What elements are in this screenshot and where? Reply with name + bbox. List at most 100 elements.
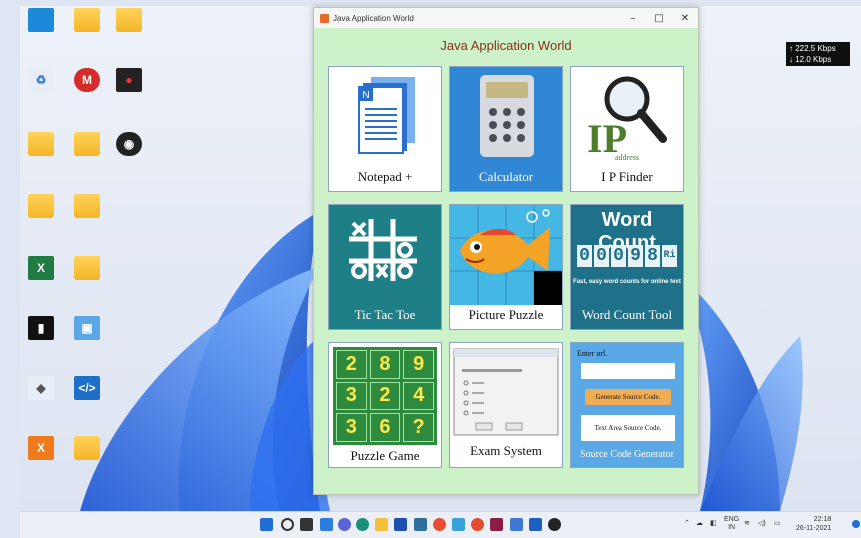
- sourcecode-prompt: Enter url.: [577, 349, 608, 358]
- control-panel-icon: ▣: [74, 316, 100, 340]
- desktop-icon[interactable]: [64, 8, 110, 35]
- desktop-icon[interactable]: ●: [106, 68, 152, 95]
- puzzle-cell: 3: [336, 381, 367, 411]
- store-icon[interactable]: [394, 518, 407, 531]
- tictactoe-label: Tic Tac Toe: [354, 307, 416, 322]
- desktop-icon[interactable]: ♻: [20, 68, 64, 95]
- battery-icon[interactable]: ▭: [774, 519, 781, 527]
- language-indicator[interactable]: ENG IN: [724, 516, 739, 532]
- chat-icon[interactable]: [338, 518, 351, 531]
- desktop-icon[interactable]: M: [64, 68, 110, 95]
- puzzle-grid: 2 8 9 3 2 4 3 6 ?: [333, 347, 437, 445]
- upload-speed: ↑ 222.5 Kbps: [789, 44, 836, 53]
- calculator-tile[interactable]: Calculator: [449, 66, 563, 192]
- sourcecode-label: Source Code Generator: [580, 449, 674, 460]
- excel-icon: X: [28, 256, 54, 280]
- volume-icon[interactable]: ◁): [758, 519, 766, 527]
- desktop-icon[interactable]: X: [20, 436, 64, 463]
- browser-icon[interactable]: [433, 518, 446, 531]
- app-icon[interactable]: [490, 518, 503, 531]
- wordcount-label: Word Count Tool: [581, 307, 673, 322]
- notification-icon[interactable]: [852, 520, 860, 528]
- puzzle-cell: 9: [403, 350, 434, 379]
- desktop-icon[interactable]: ◉: [106, 132, 152, 159]
- folder-icon: [74, 8, 100, 32]
- start-icon[interactable]: [260, 518, 273, 531]
- url-input[interactable]: [581, 363, 675, 379]
- folder-icon: [74, 436, 100, 460]
- wordcount-tagline: Fast, easy word counts for online text: [573, 279, 681, 285]
- examsystem-label: Exam System: [470, 443, 542, 458]
- file-explorer-icon[interactable]: [375, 518, 388, 531]
- desktop-icon[interactable]: [64, 436, 110, 463]
- desktop-icon[interactable]: [20, 8, 64, 35]
- maximize-button[interactable]: □: [646, 13, 672, 24]
- tray-chevron-icon[interactable]: ⌃: [684, 519, 690, 527]
- desktop-icon[interactable]: ◆: [20, 376, 64, 403]
- desktop-icon[interactable]: ▣: [64, 316, 110, 343]
- ipfinder-tile[interactable]: IP address I P Finder: [570, 66, 684, 192]
- puzzle-cell: 3: [336, 413, 367, 442]
- calculator-icon: [480, 75, 534, 157]
- app-icon[interactable]: [414, 518, 427, 531]
- notepad-tile[interactable]: N Notepad +: [328, 66, 442, 192]
- wordcount-tile[interactable]: Word Count 0 0 0 9 8 Ri Fast, easy word …: [570, 204, 684, 330]
- m-app-icon: M: [74, 68, 100, 92]
- desktop-icon[interactable]: [106, 8, 152, 35]
- calculator-label: Calculator: [478, 169, 534, 184]
- close-button[interactable]: ✕: [672, 13, 698, 24]
- fish-puzzle-icon: [450, 205, 562, 305]
- title-bar[interactable]: Java Application World – □ ✕: [314, 8, 698, 28]
- desktop-icon[interactable]: X: [20, 256, 64, 283]
- notepad-icon: N: [358, 77, 415, 154]
- tictactoe-tile[interactable]: Tic Tac Toe: [328, 204, 442, 330]
- desktop-icon[interactable]: [64, 256, 110, 283]
- edge-icon[interactable]: [356, 518, 369, 531]
- exam-window-icon: [453, 348, 559, 436]
- monitor-icon: [28, 8, 54, 32]
- chrome-icon[interactable]: [471, 518, 484, 531]
- picturepuzzle-label: Picture Puzzle: [468, 307, 544, 322]
- wifi-icon[interactable]: ≋: [744, 519, 750, 527]
- obs-taskbar-icon[interactable]: [548, 518, 561, 531]
- search-icon[interactable]: [281, 518, 294, 531]
- wordcount-digit-suffix: Ri: [662, 245, 677, 267]
- generate-source-button[interactable]: Generate Source Code.: [585, 389, 671, 405]
- tray-app-icon[interactable]: ◧: [710, 519, 717, 527]
- folder-icon: [74, 256, 100, 280]
- onedrive-icon[interactable]: ☁: [696, 519, 703, 527]
- clock-time: 22:18: [813, 516, 832, 523]
- desktop-icon[interactable]: [64, 132, 110, 159]
- taskbar: ⌃ ☁ ◧ ENG IN ≋ ◁) ▭ 22:18 26-11-2021: [20, 511, 861, 538]
- puzzle-cell: 6: [369, 413, 401, 442]
- sourcecode-tile[interactable]: Enter url. Generate Source Code. Text Ar…: [570, 342, 684, 468]
- minimize-button[interactable]: –: [620, 13, 646, 24]
- folder-icon: [28, 194, 54, 218]
- widgets-icon[interactable]: [320, 518, 333, 531]
- folder-icon: [74, 194, 100, 218]
- task-view-icon[interactable]: [300, 518, 313, 531]
- recycle-bin-icon: ♻: [28, 68, 54, 92]
- wordcount-digit: 9: [628, 245, 643, 267]
- puzzlegame-tile[interactable]: 2 8 9 3 2 4 3 6 ? Puzzle Game: [328, 342, 442, 468]
- wordcount-digit: 0: [577, 245, 592, 267]
- folder-icon: [116, 8, 142, 32]
- tray-region: IN: [728, 524, 736, 531]
- picturepuzzle-tile[interactable]: Picture Puzzle: [449, 204, 563, 330]
- desktop-icon[interactable]: </>: [64, 376, 110, 403]
- desktop-icon[interactable]: [20, 132, 64, 159]
- xampp-icon: X: [28, 436, 54, 460]
- wordcount-digits: 0 0 0 9 8 Ri: [577, 245, 677, 267]
- puzzle-cell: 8: [369, 350, 401, 379]
- java-cup-icon: [320, 13, 329, 23]
- desktop-icon[interactable]: [20, 194, 64, 221]
- mail-icon[interactable]: [452, 518, 465, 531]
- desktop-icon[interactable]: ▮: [20, 316, 64, 343]
- tray-language: ENG: [724, 516, 740, 523]
- desktop-icon[interactable]: [64, 194, 110, 221]
- examsystem-tile[interactable]: Exam System: [449, 342, 563, 468]
- app-icon[interactable]: [510, 518, 523, 531]
- clock[interactable]: 22:18 26-11-2021: [796, 515, 831, 533]
- app-icon[interactable]: [529, 518, 542, 531]
- source-textarea[interactable]: Text Area Source Code.: [581, 415, 675, 441]
